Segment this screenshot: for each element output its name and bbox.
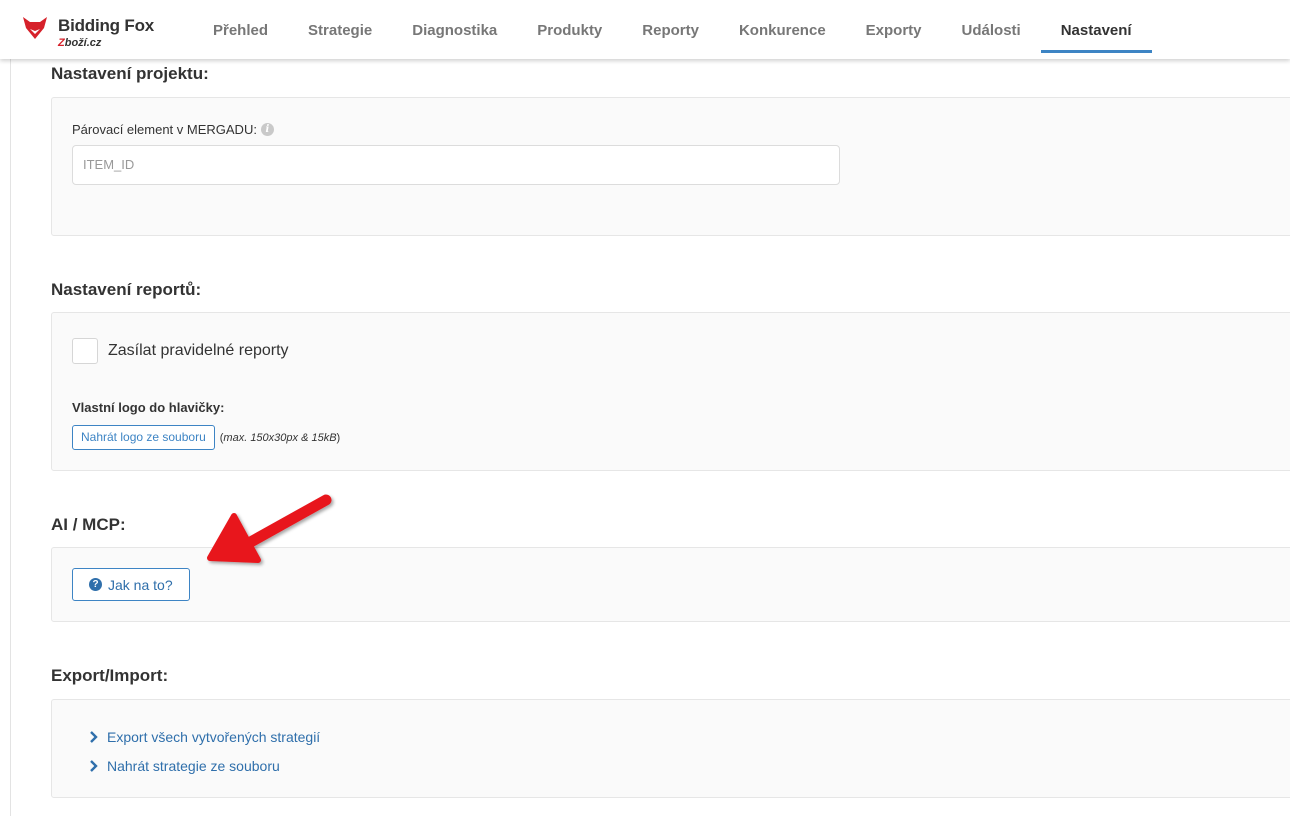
how-to-button-label: Jak na to? (108, 576, 173, 593)
report-settings-title: Nastavení reportů: (51, 280, 202, 299)
left-divider (10, 59, 11, 816)
nav-item-exporty[interactable]: Exporty (846, 0, 942, 59)
upload-logo-button[interactable]: Nahrát logo ze souboru (72, 425, 215, 450)
send-reports-label[interactable]: Zasílat pravidelné reporty (108, 342, 289, 360)
nav-item-konkurence[interactable]: Konkurence (719, 0, 846, 59)
nav-item-strategie[interactable]: Strategie (288, 0, 392, 59)
nav-item-reporty[interactable]: Reporty (622, 0, 719, 59)
logo-upload-row: Nahrát logo ze souboru (max. 150x30px & … (72, 425, 340, 450)
brand-name: Bidding Fox (58, 16, 155, 35)
send-reports-checkbox[interactable] (72, 338, 98, 364)
upload-hint: (max. 150x30px & 15kB) (219, 431, 341, 444)
top-navigation-bar: Bidding Fox Zboží.cz Přehled Strategie D… (0, 0, 1290, 59)
chevron-right-icon (90, 759, 98, 772)
project-settings-panel: Párovací element v MERGADU: i ITEM_ID (51, 97, 1290, 236)
ai-mcp-title: AI / MCP: (51, 515, 126, 534)
chevron-right-icon (90, 730, 98, 743)
brand-subtitle: Zboží.cz (58, 37, 102, 49)
export-import-title: Export/Import: (51, 666, 169, 685)
pairing-element-input[interactable]: ITEM_ID (72, 145, 840, 185)
brand-logo[interactable]: Bidding Fox Zboží.cz (22, 13, 172, 49)
nav-item-udalosti[interactable]: Události (942, 0, 1041, 59)
nav-item-diagnostika[interactable]: Diagnostika (392, 0, 517, 59)
custom-logo-label: Vlastní logo do hlavičky: (72, 400, 225, 415)
project-settings-title: Nastavení projektu: (51, 64, 209, 83)
pairing-element-label: Párovací element v MERGADU: i (72, 122, 274, 137)
export-import-links: Export všech vytvořených strategií Nahrá… (89, 722, 320, 780)
annotation-arrow-icon (207, 494, 332, 563)
question-circle-icon: ? (89, 578, 102, 591)
nav-item-prehled[interactable]: Přehled (193, 0, 288, 59)
info-icon[interactable]: i (260, 123, 274, 136)
nav-item-nastaveni[interactable]: Nastavení (1040, 0, 1152, 59)
report-settings-panel: Zasílat pravidelné reporty Vlastní logo … (51, 312, 1290, 471)
how-to-button[interactable]: ? Jak na to? (72, 568, 190, 601)
fox-logo-icon (23, 17, 47, 39)
send-reports-row: Zasílat pravidelné reporty (72, 338, 289, 364)
nav-item-produkty[interactable]: Produkty (517, 0, 622, 59)
main-nav: Přehled Strategie Diagnostika Produkty R… (193, 0, 1152, 59)
import-strategies-link[interactable]: Nahrát strategie ze souboru (89, 751, 320, 780)
export-import-panel: Export všech vytvořených strategií Nahrá… (51, 699, 1290, 798)
export-strategies-link[interactable]: Export všech vytvořených strategií (89, 722, 320, 751)
